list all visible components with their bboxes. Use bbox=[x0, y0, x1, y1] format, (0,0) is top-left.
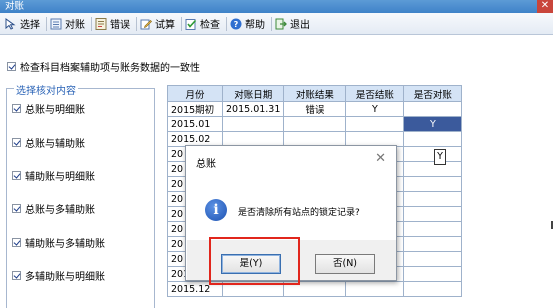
cell-closed[interactable] bbox=[345, 116, 405, 132]
toolbar-separator bbox=[46, 16, 47, 31]
cell-month[interactable]: 2015期初 bbox=[167, 101, 223, 117]
option-checkbox[interactable] bbox=[12, 138, 21, 147]
cell-reconciled[interactable] bbox=[403, 266, 463, 282]
cell-reconciled[interactable] bbox=[403, 176, 463, 192]
trial-balance-button[interactable]: 试算 bbox=[138, 15, 180, 33]
dialog-message: 是否清除所有站点的锁定记录? bbox=[238, 208, 360, 218]
error-icon bbox=[95, 17, 107, 30]
exit-button[interactable]: 退出 bbox=[273, 15, 315, 33]
option-checkbox[interactable] bbox=[12, 204, 21, 213]
cell-reconcile-result[interactable] bbox=[283, 116, 347, 132]
column-header-month[interactable]: 月份 bbox=[167, 85, 223, 102]
cell-reconciled[interactable] bbox=[403, 251, 463, 267]
option-label: 多辅助账与明细账 bbox=[25, 272, 105, 283]
toolbar-separator bbox=[91, 16, 92, 31]
highlight-annotation bbox=[209, 237, 300, 285]
cell-reconciled[interactable] bbox=[403, 281, 463, 297]
option-label: 总账与明细账 bbox=[25, 105, 85, 116]
exit-button-label: 退出 bbox=[290, 20, 310, 31]
option-checkbox[interactable] bbox=[12, 171, 21, 180]
option-multi-aux-detail[interactable]: 多辅助账与明细账 bbox=[12, 268, 105, 283]
dialog-close-icon[interactable]: ✕ bbox=[375, 151, 386, 166]
option-checkbox[interactable] bbox=[12, 104, 21, 113]
cell-reconciled[interactable] bbox=[403, 161, 463, 177]
cell-reconciled[interactable] bbox=[403, 146, 463, 162]
option-aux-multi-aux[interactable]: 辅助账与多辅助账 bbox=[12, 235, 105, 250]
column-header-closed[interactable]: 是否结账 bbox=[345, 85, 405, 102]
option-checkbox[interactable] bbox=[12, 271, 21, 280]
window-title-bar: 对账 ✕ bbox=[0, 0, 553, 13]
column-header-reconcile-date[interactable]: 对账日期 bbox=[221, 85, 285, 102]
select-button-label: 选择 bbox=[20, 20, 40, 31]
option-gl-multi-aux[interactable]: 总账与多辅助账 bbox=[12, 201, 95, 216]
help-button-label: 帮助 bbox=[245, 20, 265, 31]
table-header-row: 月份 对账日期 对账结果 是否结账 是否对账 bbox=[167, 85, 463, 102]
reconcile-button[interactable]: 对账 bbox=[48, 15, 90, 33]
reconcile-icon bbox=[50, 18, 62, 30]
select-button[interactable]: 选择 bbox=[3, 15, 45, 33]
option-checkbox[interactable] bbox=[12, 238, 21, 247]
consistency-checkbox-box[interactable] bbox=[7, 62, 16, 71]
option-aux-detail[interactable]: 辅助账与明细账 bbox=[12, 168, 95, 183]
cell-reconciled[interactable] bbox=[403, 236, 463, 252]
check-button[interactable]: 检查 bbox=[183, 15, 225, 33]
cell-reconciled[interactable] bbox=[403, 206, 463, 222]
option-label: 辅助账与明细账 bbox=[25, 172, 95, 183]
cell-edit-box[interactable]: Y bbox=[434, 149, 446, 165]
check-button-label: 检查 bbox=[200, 20, 220, 31]
toolbar: 选择 对账 错误 试算 检查 ? 帮助 退出 bbox=[0, 13, 553, 35]
column-header-reconciled[interactable]: 是否对账 bbox=[403, 85, 463, 102]
table-row[interactable]: 2015.01 Y bbox=[167, 116, 463, 132]
cell-reconciled[interactable] bbox=[403, 131, 463, 147]
window-title: 对账 bbox=[5, 1, 25, 12]
consistency-checkbox[interactable]: 检查科目档案辅助项与账务数据的一致性 bbox=[7, 59, 200, 74]
no-button[interactable]: 否(N) bbox=[315, 254, 375, 274]
group-title: 选择核对内容 bbox=[14, 82, 78, 97]
cell-month[interactable]: 2015.01 bbox=[167, 116, 223, 132]
cell-reconciled[interactable] bbox=[403, 101, 463, 117]
svg-text:?: ? bbox=[234, 20, 239, 29]
help-button[interactable]: ? 帮助 bbox=[228, 15, 270, 33]
cell-reconcile-date[interactable]: 2015.01.31 bbox=[221, 101, 285, 117]
info-icon: i bbox=[205, 199, 227, 221]
option-label: 辅助账与多辅助账 bbox=[25, 239, 105, 250]
cell-closed[interactable]: Y bbox=[345, 101, 405, 117]
dialog-title: 总账 bbox=[196, 159, 216, 170]
window-close-icon[interactable]: ✕ bbox=[537, 0, 553, 13]
option-label: 总账与辅助账 bbox=[25, 139, 85, 150]
column-header-reconcile-result[interactable]: 对账结果 bbox=[283, 85, 347, 102]
help-icon: ? bbox=[230, 18, 242, 30]
toolbar-separator bbox=[136, 16, 137, 31]
toolbar-separator bbox=[226, 16, 227, 31]
toolbar-separator bbox=[181, 16, 182, 31]
select-icon bbox=[5, 17, 17, 30]
exit-icon bbox=[275, 18, 287, 30]
trial-balance-icon bbox=[140, 18, 152, 30]
error-button-label: 错误 bbox=[110, 20, 130, 31]
trial-balance-button-label: 试算 bbox=[155, 20, 175, 31]
error-button[interactable]: 错误 bbox=[93, 15, 135, 33]
reconcile-button-label: 对账 bbox=[65, 20, 85, 31]
cell-reconciled[interactable] bbox=[403, 221, 463, 237]
check-icon bbox=[185, 18, 197, 30]
cell-reconcile-date[interactable] bbox=[221, 116, 285, 132]
table-row[interactable]: 2015期初 2015.01.31 错误 Y bbox=[167, 101, 463, 117]
cell-reconciled[interactable]: Y bbox=[403, 116, 463, 132]
option-gl-detail[interactable]: 总账与明细账 bbox=[12, 101, 85, 116]
cell-reconcile-result[interactable]: 错误 bbox=[283, 101, 347, 117]
consistency-checkbox-label: 检查科目档案辅助项与账务数据的一致性 bbox=[20, 63, 200, 74]
option-label: 总账与多辅助账 bbox=[25, 205, 95, 216]
cell-closed[interactable] bbox=[345, 281, 405, 297]
toolbar-separator bbox=[271, 16, 272, 31]
option-gl-aux[interactable]: 总账与辅助账 bbox=[12, 135, 85, 150]
reconcile-content-group: 选择核对内容 总账与明细账 总账与辅助账 辅助账与明细账 总账与多辅助账 辅助账… bbox=[6, 82, 155, 308]
cell-reconciled[interactable] bbox=[403, 191, 463, 207]
